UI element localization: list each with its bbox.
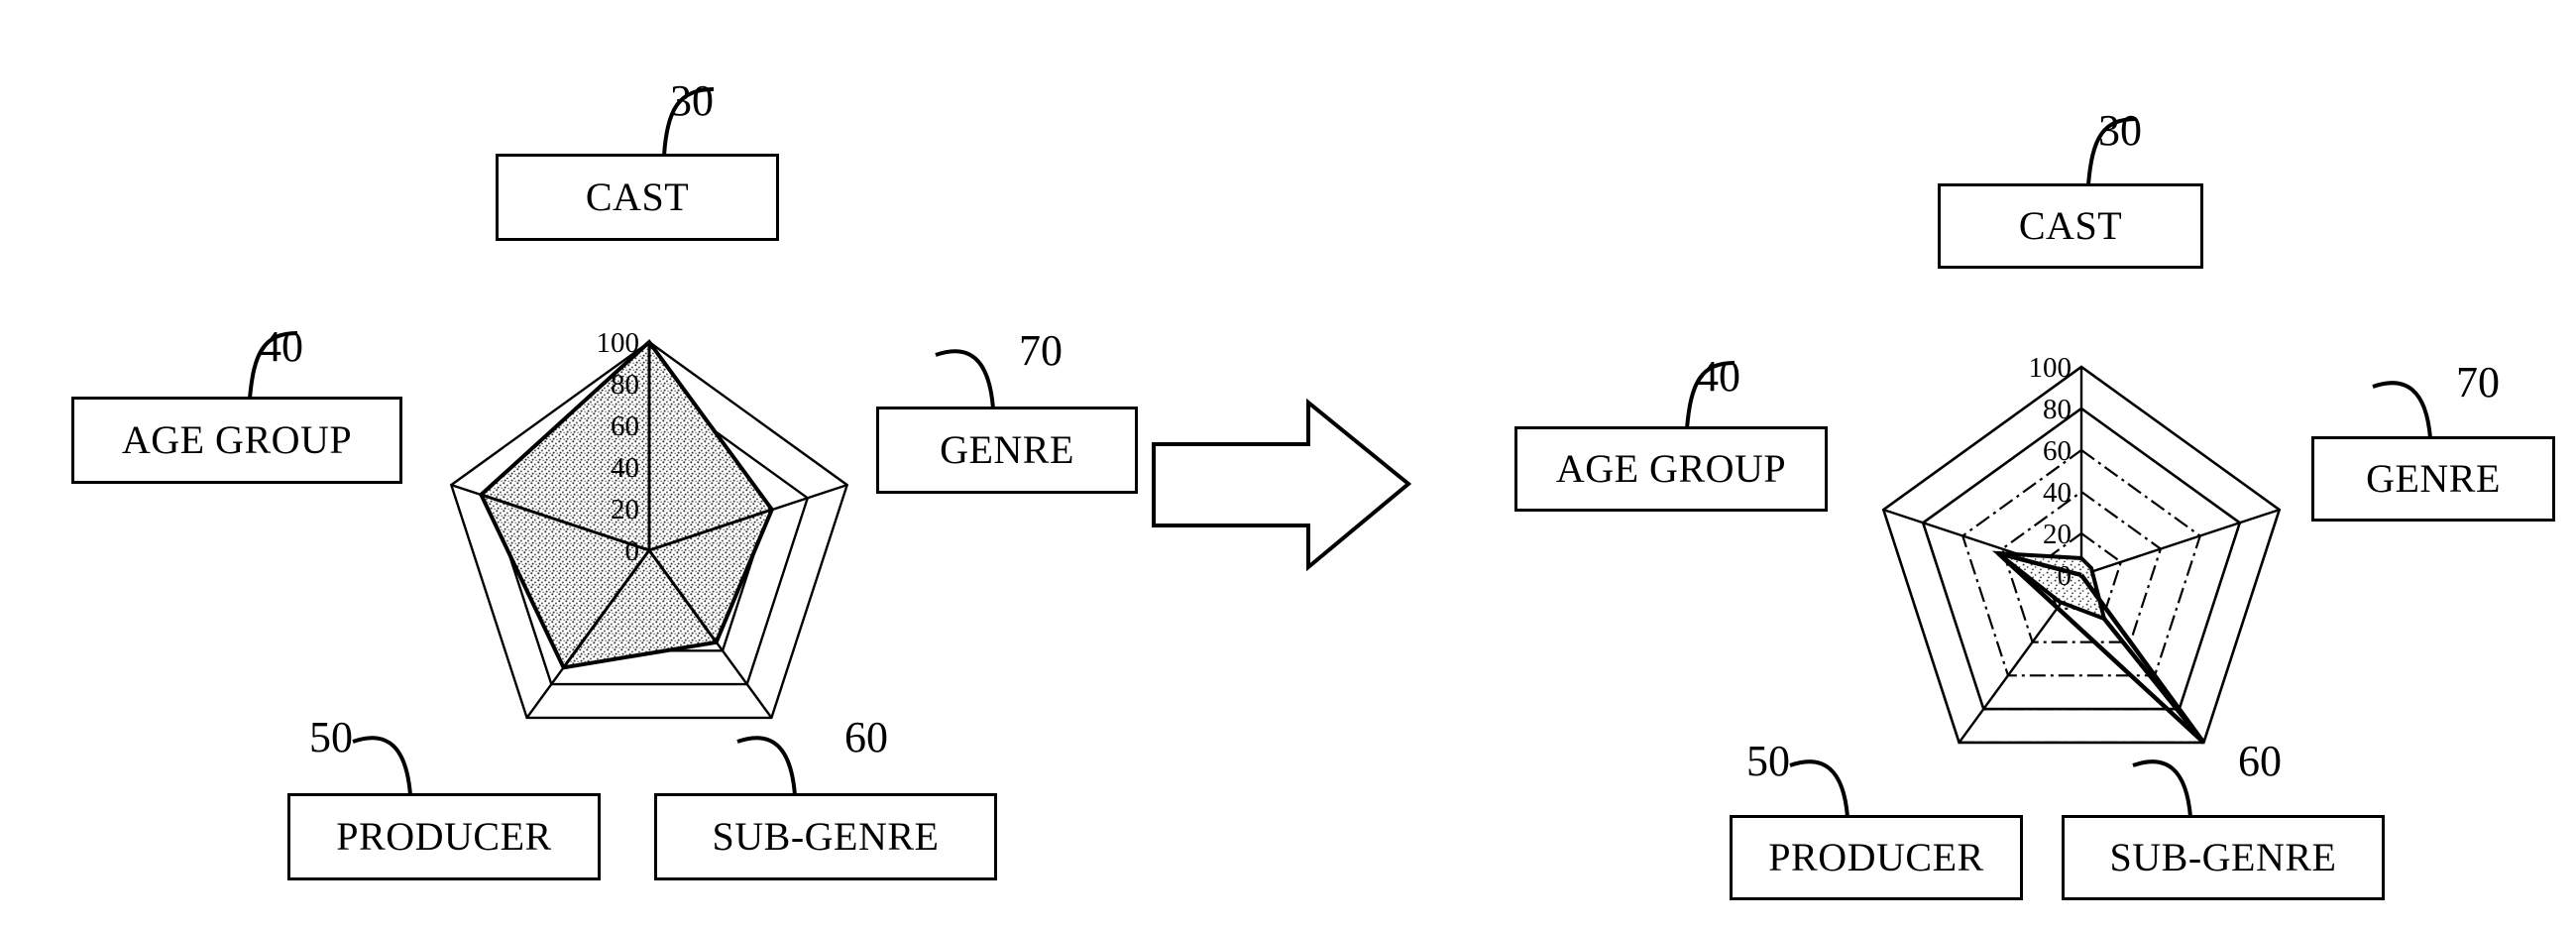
callout-label-cast-left: CAST (585, 175, 690, 219)
callout-label-age-group-left: AGE GROUP (121, 417, 353, 462)
callout-box-genre-left[interactable]: GENRE (876, 407, 1138, 494)
callout-box-sub-genre-right[interactable]: SUB-GENRE (2062, 815, 2385, 900)
callout-label-sub-genre-right: SUB-GENRE (2109, 835, 2337, 879)
callout-box-producer-left[interactable]: PRODUCER (287, 793, 601, 880)
ref-number-cast-left: 30 (670, 76, 714, 125)
callout-box-age-group-left[interactable]: AGE GROUP (71, 397, 402, 484)
ref-number-genre-right: 70 (2456, 358, 2500, 407)
callout-label-age-group-right: AGE GROUP (1555, 446, 1787, 491)
tick-label-60-left: 60 (611, 410, 639, 442)
tick-label-60-right: 60 (2043, 435, 2072, 467)
tick-label-20-left: 20 (611, 494, 639, 525)
transformation-arrow (1150, 397, 1412, 575)
tick-label-100-left: 100 (597, 327, 640, 359)
radar-chart-left[interactable]: 100 80 60 40 20 0 (392, 253, 907, 749)
ref-number-age-group-right: 40 (1697, 352, 1740, 401)
radar-axes-right (1882, 367, 2281, 744)
callout-box-producer-right[interactable]: PRODUCER (1730, 815, 2023, 900)
tick-label-100-right: 100 (2029, 352, 2072, 384)
callout-label-genre-right: GENRE (2366, 456, 2501, 501)
tick-label-80-left: 80 (611, 369, 639, 401)
ref-number-cast-right: 30 (2098, 106, 2142, 155)
callout-box-age-group-right[interactable]: AGE GROUP (1514, 426, 1828, 512)
ref-number-age-group-left: 40 (260, 322, 303, 371)
callout-label-producer-left: PRODUCER (336, 814, 552, 859)
callout-box-genre-right[interactable]: GENRE (2311, 436, 2555, 522)
callout-box-cast-right[interactable]: CAST (1938, 183, 2203, 269)
callout-label-cast-right: CAST (2018, 203, 2123, 248)
callout-label-genre-left: GENRE (940, 427, 1074, 472)
tick-label-40-left: 40 (611, 452, 639, 484)
tick-label-0-right: 0 (2058, 560, 2072, 592)
callout-box-sub-genre-left[interactable]: SUB-GENRE (654, 793, 997, 880)
callout-label-producer-right: PRODUCER (1768, 835, 1984, 879)
ref-number-producer-left: 50 (309, 713, 353, 761)
figure-canvas: CAST 30 AGE GROUP 40 PRODUCER 50 SUB-GEN… (0, 0, 2576, 932)
tick-label-20-right: 20 (2043, 519, 2072, 550)
callout-box-cast-left[interactable]: CAST (496, 154, 779, 241)
tick-label-40-right: 40 (2043, 477, 2072, 509)
arrow-shape (1152, 398, 1412, 572)
radar-chart-right[interactable]: 100 80 60 40 20 0 (1824, 278, 2339, 773)
tick-label-80-right: 80 (2043, 394, 2072, 425)
ref-number-producer-right: 50 (1746, 737, 1790, 785)
ref-number-genre-left: 70 (1019, 326, 1063, 375)
tick-label-0-left: 0 (625, 535, 640, 567)
callout-label-sub-genre-left: SUB-GENRE (712, 814, 940, 859)
